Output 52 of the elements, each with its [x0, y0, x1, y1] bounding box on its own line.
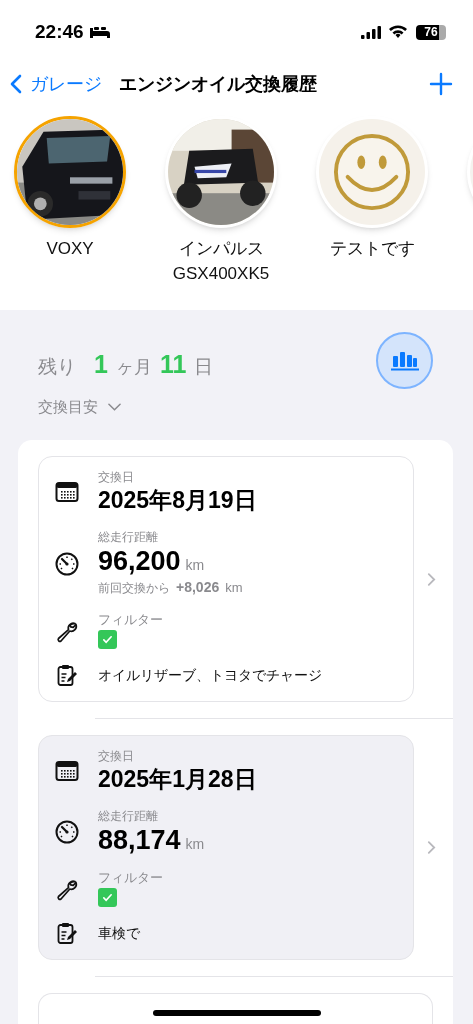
- smiley-icon: [333, 133, 411, 211]
- exchange-date: 2025年8月19日: [98, 486, 257, 515]
- calendar-icon: [55, 759, 79, 783]
- calendar-icon: [55, 480, 79, 504]
- remaining-days: 11: [159, 346, 187, 384]
- clipboard-icon: [55, 921, 79, 945]
- wifi-icon: [388, 25, 408, 39]
- record-card[interactable]: [38, 993, 433, 1024]
- note-text: オイルリザーブ、トヨタでチャージ: [98, 665, 322, 685]
- vehicle-name: テストです: [329, 238, 415, 260]
- vehicle-name: VOXY: [46, 238, 94, 260]
- speedometer-icon: [55, 551, 79, 576]
- bed-icon: [89, 26, 110, 38]
- remaining-label: 残り: [38, 355, 76, 379]
- speedometer-icon: [55, 820, 79, 844]
- chart-button[interactable]: [376, 332, 433, 389]
- unit-label: km: [225, 579, 243, 597]
- day-unit: 日: [194, 355, 214, 379]
- field-label: 交換日: [98, 748, 135, 764]
- chevron-right-icon: [427, 840, 436, 855]
- record-card[interactable]: 交換日 2025年1月28日 総走行距離 88,174 km フィルター 車検で: [38, 735, 414, 960]
- field-label: 総走行距離: [98, 529, 159, 545]
- note-text: 車検で: [98, 923, 140, 943]
- chevron-right-icon: [427, 571, 436, 587]
- chevron-left-icon: [10, 74, 22, 94]
- battery-indicator: 76: [416, 24, 446, 40]
- clipboard-icon: [55, 663, 79, 687]
- bar-chart-icon: [390, 350, 419, 371]
- status-time: 22:46: [35, 19, 84, 44]
- field-label: 前回交換から: [98, 580, 170, 597]
- check-icon: [102, 892, 113, 903]
- unit-label: km: [185, 835, 205, 854]
- back-button[interactable]: ガレージ: [10, 70, 102, 98]
- vehicle-name: インパルス GSX400XK5: [172, 238, 270, 285]
- page-title: エンジンオイル交換履歴: [119, 72, 317, 96]
- field-label: フィルター: [98, 612, 163, 628]
- mileage-value: 88,174: [98, 824, 181, 856]
- month-unit: ヶ月: [115, 356, 152, 379]
- exchange-date: 2025年1月28日: [98, 765, 257, 794]
- field-label: フィルター: [98, 870, 163, 886]
- record-card[interactable]: 交換日 2025年8月19日 総走行距離 96,200 km 前回交換から +8,026 km フィルター オイルリザーブ、トヨタでチャージ: [38, 456, 414, 702]
- field-label: 交換日: [98, 469, 135, 485]
- remaining-months: 1: [94, 349, 108, 380]
- signal-icon: [360, 25, 382, 39]
- add-button[interactable]: [429, 72, 453, 96]
- chevron-down-icon: [108, 402, 121, 411]
- check-icon: [102, 634, 113, 645]
- distance-diff: +8,026: [176, 578, 220, 597]
- field-label: 総走行距離: [98, 808, 159, 824]
- mileage-value: 96,200: [98, 545, 181, 577]
- unit-label: km: [185, 556, 205, 575]
- plus-icon: [429, 72, 453, 96]
